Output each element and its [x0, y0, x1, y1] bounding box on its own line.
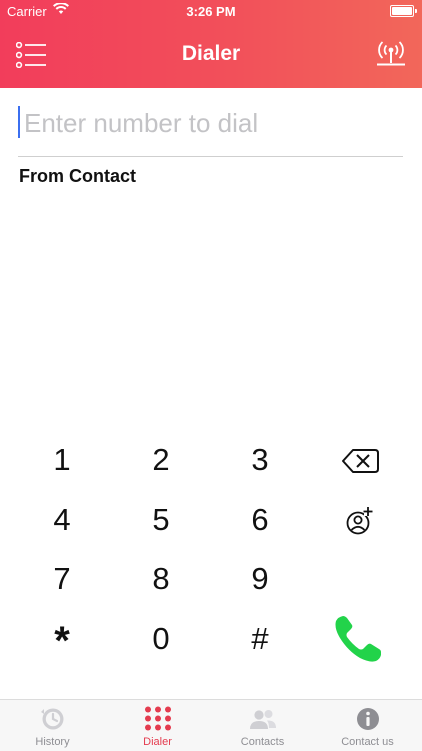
- tab-label: Dialer: [143, 736, 172, 748]
- dial-keypad: 1 2 3 4 5 6 7 8 9 * 0 #: [0, 430, 422, 670]
- key-3[interactable]: 3: [220, 432, 300, 488]
- key-1[interactable]: 1: [22, 432, 102, 488]
- key-hash[interactable]: #: [220, 611, 300, 667]
- key-9[interactable]: 9: [220, 551, 300, 607]
- tab-contact-us[interactable]: Contact us: [315, 700, 420, 751]
- dial-input-container[interactable]: [18, 100, 406, 157]
- broadcast-tower-icon[interactable]: [374, 40, 408, 68]
- key-0[interactable]: 0: [121, 611, 201, 667]
- key-star[interactable]: *: [22, 613, 102, 669]
- info-icon: [357, 708, 379, 730]
- key-5[interactable]: 5: [121, 492, 201, 548]
- tab-contacts[interactable]: Contacts: [210, 700, 315, 751]
- dial-number-input[interactable]: [22, 102, 406, 144]
- key-2[interactable]: 2: [121, 432, 201, 488]
- status-time: 3:26 PM: [186, 4, 236, 19]
- tab-label: History: [35, 736, 70, 748]
- keypad-dots-icon: [145, 706, 171, 731]
- key-4[interactable]: 4: [22, 492, 102, 548]
- key-7[interactable]: 7: [22, 551, 102, 607]
- tab-label: Contacts: [240, 736, 285, 748]
- battery-icon: [390, 5, 417, 17]
- app-header: Carrier 3:26 PM Dialer: [0, 0, 422, 88]
- from-contact-link[interactable]: From Contact: [19, 166, 136, 187]
- text-caret: [18, 106, 20, 138]
- contacts-people-icon: [250, 710, 276, 729]
- key-6[interactable]: 6: [220, 492, 300, 548]
- backspace-icon[interactable]: [331, 436, 387, 486]
- add-contact-icon[interactable]: [331, 496, 387, 546]
- tab-dialer[interactable]: Dialer: [105, 700, 210, 751]
- tab-label: Contact us: [341, 736, 394, 748]
- history-clock-icon: [41, 708, 64, 730]
- call-button[interactable]: [330, 610, 388, 668]
- phone-icon: [335, 616, 381, 662]
- status-bar: Carrier 3:26 PM: [0, 0, 422, 22]
- tab-bar: History Dialer Contacts Contact us: [0, 699, 422, 751]
- key-8[interactable]: 8: [121, 551, 201, 607]
- page-title: Dialer: [181, 42, 241, 65]
- tab-history[interactable]: History: [0, 700, 105, 751]
